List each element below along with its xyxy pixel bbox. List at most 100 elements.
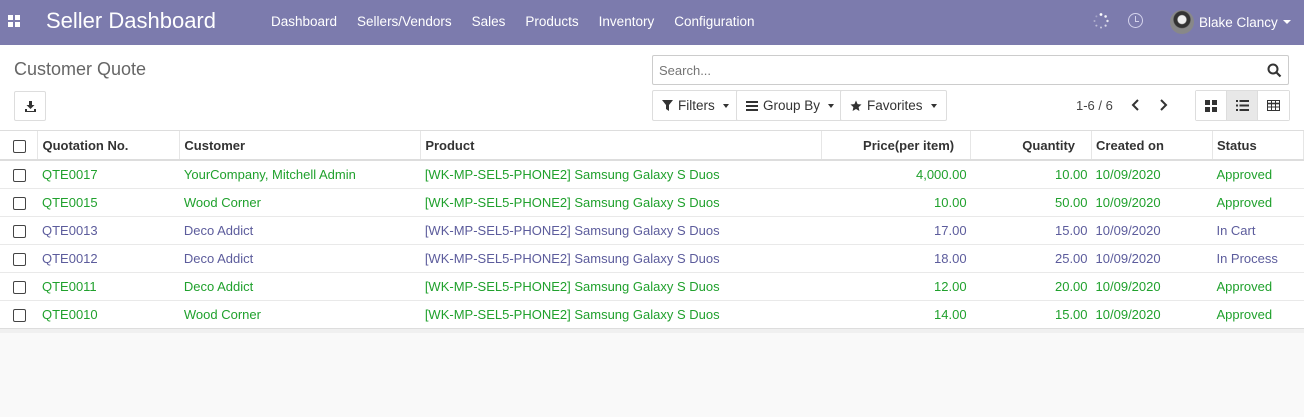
table-footer-cell xyxy=(0,327,1304,333)
page-title: Customer Quote xyxy=(14,59,147,79)
groupby-caret-icon xyxy=(828,103,835,108)
groupby-button[interactable]: Group By xyxy=(736,90,845,121)
favorites-label: Favorites xyxy=(867,98,923,113)
user-avatar[interactable] xyxy=(1170,10,1194,34)
apps-menu-icon[interactable] xyxy=(8,15,20,27)
row-checkbox[interactable] xyxy=(13,252,26,266)
user-menu-caret-icon[interactable] xyxy=(1283,20,1291,24)
row-select-cell xyxy=(0,159,38,188)
favorites-caret-icon xyxy=(930,103,937,108)
bars-icon xyxy=(746,100,758,111)
control-panel: Customer Quote Filters Group By Favorite… xyxy=(0,45,1304,131)
table-header-row: Quotation No. Customer Product Price(per… xyxy=(0,131,1304,161)
filters-caret-icon xyxy=(722,103,729,108)
cell-created: 10/09/2020 xyxy=(1091,299,1213,328)
table-row[interactable]: QTE0013 Deco Addict [WK-MP-SEL5-PHONE2] Sa… xyxy=(0,215,1304,244)
row-checkbox[interactable] xyxy=(13,196,26,210)
table-row[interactable]: QTE0012 Deco Addict [WK-MP-SEL5-PHONE2] Sa… xyxy=(0,243,1304,272)
search-input[interactable] xyxy=(659,63,1249,78)
cell-status: Approved xyxy=(1212,271,1304,300)
row-checkbox[interactable] xyxy=(13,280,26,294)
table-icon xyxy=(1267,100,1280,111)
cell-price: 10.00 xyxy=(821,187,971,216)
row-select-cell xyxy=(0,187,38,216)
row-checkbox[interactable] xyxy=(13,308,26,322)
column-header-created-on[interactable]: Created on xyxy=(1091,131,1213,161)
app-brand-title[interactable]: Seller Dashboard xyxy=(46,8,216,34)
cell-product: [WK-MP-SEL5-PHONE2] Samsung Galaxy S Duo… xyxy=(420,271,822,300)
menu-item-configuration[interactable]: Configuration xyxy=(674,14,754,29)
cell-quotation: QTE0015 xyxy=(37,187,180,216)
favorites-button[interactable]: Favorites xyxy=(840,90,947,121)
cell-price: 4,000.00 xyxy=(821,159,971,188)
select-all-cell xyxy=(0,131,39,161)
filters-button[interactable]: Filters xyxy=(652,90,739,121)
cell-product: [WK-MP-SEL5-PHONE2] Samsung Galaxy S Duo… xyxy=(420,243,822,272)
cell-customer: Wood Corner xyxy=(179,299,421,328)
list-view-button[interactable] xyxy=(1227,91,1258,120)
search-box[interactable] xyxy=(652,55,1289,85)
kanban-view-button[interactable] xyxy=(1196,91,1227,120)
list-icon xyxy=(1235,100,1249,111)
table-row[interactable]: QTE0017 YourCompany, Mitchell Admin [WK-MP… xyxy=(0,159,1304,188)
menu-item-sales[interactable]: Sales xyxy=(472,14,506,29)
cell-created: 10/09/2020 xyxy=(1091,215,1213,244)
menu-item-sellers-vendors[interactable]: Sellers/Vendors xyxy=(357,14,452,29)
cell-product: [WK-MP-SEL5-PHONE2] Samsung Galaxy S Duo… xyxy=(420,299,822,328)
pivot-view-button[interactable] xyxy=(1258,91,1289,120)
column-header-customer[interactable]: Customer xyxy=(179,131,422,161)
cell-quantity: 25.00 xyxy=(970,243,1092,272)
row-checkbox[interactable] xyxy=(13,224,26,238)
activity-clock-icon[interactable] xyxy=(1128,13,1143,28)
pager-next-icon[interactable] xyxy=(1158,99,1168,111)
table-footer-row xyxy=(0,327,1304,333)
pager-value[interactable]: 1-6 / 6 xyxy=(1076,98,1113,113)
cell-quantity: 20.00 xyxy=(970,271,1092,300)
table-row[interactable]: QTE0015 Wood Corner [WK-MP-SEL5-PHONE2] Sa… xyxy=(0,187,1304,216)
cell-created: 10/09/2020 xyxy=(1091,187,1213,216)
menu-item-dashboard[interactable]: Dashboard xyxy=(271,14,337,29)
cell-created: 10/09/2020 xyxy=(1091,159,1213,188)
cell-quotation: QTE0017 xyxy=(37,159,180,188)
filter-icon xyxy=(662,100,673,111)
table-row[interactable]: QTE0011 Deco Addict [WK-MP-SEL5-PHONE2] Sa… xyxy=(0,271,1304,300)
quotation-table: Quotation No. Customer Product Price(per… xyxy=(0,131,1304,333)
cell-status: Approved xyxy=(1212,187,1304,216)
column-header-price[interactable]: Price(per item) xyxy=(821,131,972,161)
view-switcher xyxy=(1195,90,1290,121)
cell-customer: Wood Corner xyxy=(179,187,421,216)
cell-quotation: QTE0011 xyxy=(37,271,180,300)
cell-price: 18.00 xyxy=(821,243,971,272)
column-header-quantity[interactable]: Quantity xyxy=(970,131,1093,161)
cell-quotation: QTE0012 xyxy=(37,243,180,272)
download-icon xyxy=(25,101,36,112)
menu-item-products[interactable]: Products xyxy=(525,14,578,29)
table-row[interactable]: QTE0010 Wood Corner [WK-MP-SEL5-PHONE2] Sa… xyxy=(0,299,1304,328)
column-header-product[interactable]: Product xyxy=(420,131,823,161)
top-navbar: Seller Dashboard Dashboard Sellers/Vendo… xyxy=(0,0,1304,45)
search-icon[interactable] xyxy=(1267,63,1282,78)
column-header-quotation[interactable]: Quotation No. xyxy=(37,131,181,161)
row-checkbox[interactable] xyxy=(13,168,26,182)
user-name[interactable]: Blake Clancy xyxy=(1199,15,1278,30)
cell-customer: Deco Addict xyxy=(179,271,421,300)
cell-price: 12.00 xyxy=(821,271,971,300)
download-button[interactable] xyxy=(14,91,46,121)
table-body: QTE0017 YourCompany, Mitchell Admin [WK-MP… xyxy=(0,159,1304,333)
column-header-status[interactable]: Status xyxy=(1212,131,1304,161)
cell-status: In Cart xyxy=(1212,215,1304,244)
menu-item-inventory[interactable]: Inventory xyxy=(599,14,655,29)
cell-price: 17.00 xyxy=(821,215,971,244)
cell-status: In Process xyxy=(1212,243,1304,272)
cell-product: [WK-MP-SEL5-PHONE2] Samsung Galaxy S Duo… xyxy=(420,215,822,244)
cell-price: 14.00 xyxy=(821,299,971,328)
cell-product: [WK-MP-SEL5-PHONE2] Samsung Galaxy S Duo… xyxy=(420,187,822,216)
cell-quotation: QTE0010 xyxy=(37,299,180,328)
cell-created: 10/09/2020 xyxy=(1091,271,1213,300)
pager-previous-icon[interactable] xyxy=(1131,99,1141,111)
cell-quantity: 10.00 xyxy=(970,159,1092,188)
main-menu: Dashboard Sellers/Vendors Sales Products… xyxy=(271,14,775,29)
cell-customer: Deco Addict xyxy=(179,243,421,272)
select-all-checkbox[interactable] xyxy=(13,139,26,153)
groupby-label: Group By xyxy=(763,98,821,113)
